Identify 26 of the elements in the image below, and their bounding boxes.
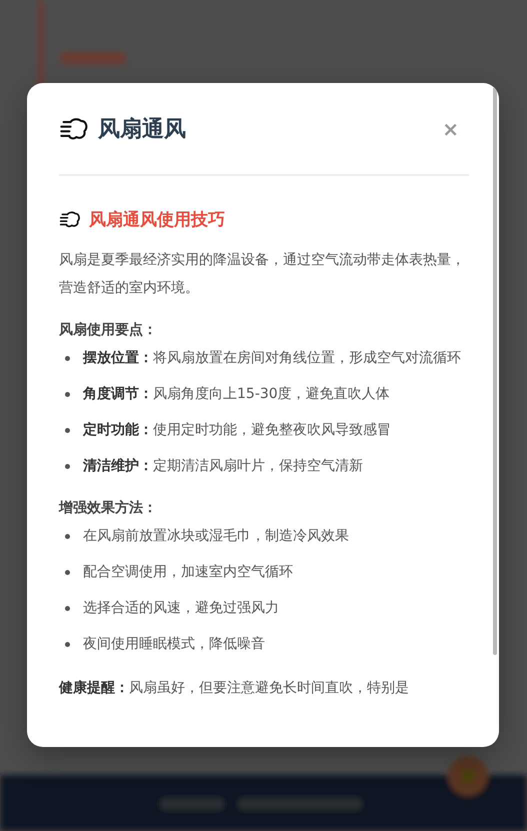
bullet-dot [65, 392, 70, 397]
group-heading: 风扇使用要点： [59, 320, 158, 340]
list-item-text: 夜间使用睡眠模式，降低噪音 [83, 635, 265, 654]
wind-icon [59, 210, 81, 228]
list-item-text: 摆放位置：将风扇放置在房间对角线位置，形成空气对流循环 [83, 349, 461, 368]
health-note: 健康提醒：风扇虽好，但要注意避免长时间直吹，特别是 [59, 679, 410, 698]
list-item-text: 选择合适的风速，避免过强风力 [83, 599, 279, 618]
list-item-text: 清洁维护：定期清洁风扇叶片，保持空气清新 [83, 456, 363, 476]
bullet-dot [65, 356, 70, 361]
wind-icon [59, 116, 89, 140]
list-item-text: 角度调节：风扇角度向上15-30度，避免直吹人体 [83, 384, 390, 404]
section-title: 风扇通风使用技巧 [89, 208, 225, 230]
bullet-dot [65, 642, 70, 647]
list-item-text: 定时功能：使用定时功能，避免整夜吹风导致感冒 [83, 420, 391, 440]
intro-paragraph: 风扇是夏季最经济实用的降温设备，通过空气流动带走体表热量，营造舒适的室内环境。 [59, 251, 466, 298]
list-item-text: 配合空调使用，加速室内空气循环 [83, 563, 293, 582]
scrollbar[interactable] [493, 87, 497, 655]
list-item-text: 在风扇前放置冰块或湿毛巾，制造冷风效果 [83, 527, 349, 546]
bullet-dot [65, 570, 70, 575]
bullet-dot [65, 534, 70, 539]
group-heading: 增强效果方法： [59, 498, 158, 518]
bullet-dot [65, 606, 70, 611]
bullet-dot [65, 464, 70, 469]
bullet-dot [65, 428, 70, 433]
dialog-title: 风扇通风 [98, 116, 186, 144]
close-button[interactable]: × [438, 116, 463, 140]
